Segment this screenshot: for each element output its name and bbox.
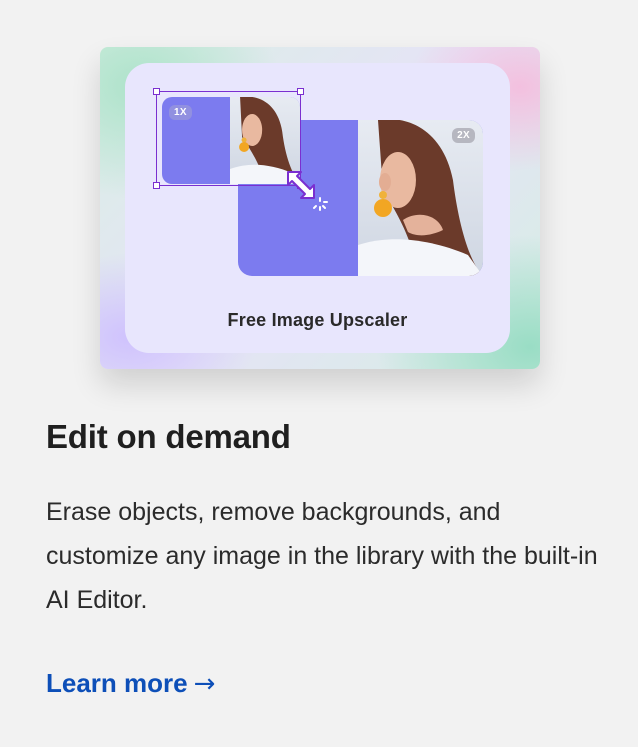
feature-title: Edit on demand [46, 418, 291, 455]
selection-frame[interactable] [153, 88, 304, 189]
feature-description: Erase objects, remove backgrounds, and c… [46, 498, 598, 614]
resize-handle-top-left[interactable] [153, 88, 160, 95]
resize-arrow-icon [285, 169, 329, 213]
feature-card: 2X 1X Free Image Upscaler Edit on demand… [0, 0, 638, 747]
arrow-right-icon: → [193, 669, 216, 699]
learn-more-link[interactable]: Learn more → [46, 668, 215, 699]
resize-handle-bottom-left[interactable] [153, 182, 160, 189]
resize-handle-top-right[interactable] [297, 88, 304, 95]
scale-badge-2x: 2X [452, 128, 475, 143]
upscaler-illustration: 2X 1X Free Image Upscaler [100, 47, 540, 369]
upscaler-caption: Free Image Upscaler [227, 310, 408, 330]
learn-more-label: Learn more [46, 668, 188, 698]
portrait-photo-large [358, 120, 483, 276]
loading-spinner-icon [313, 197, 328, 211]
upscaler-panel: 2X 1X Free Image Upscaler [125, 63, 510, 353]
